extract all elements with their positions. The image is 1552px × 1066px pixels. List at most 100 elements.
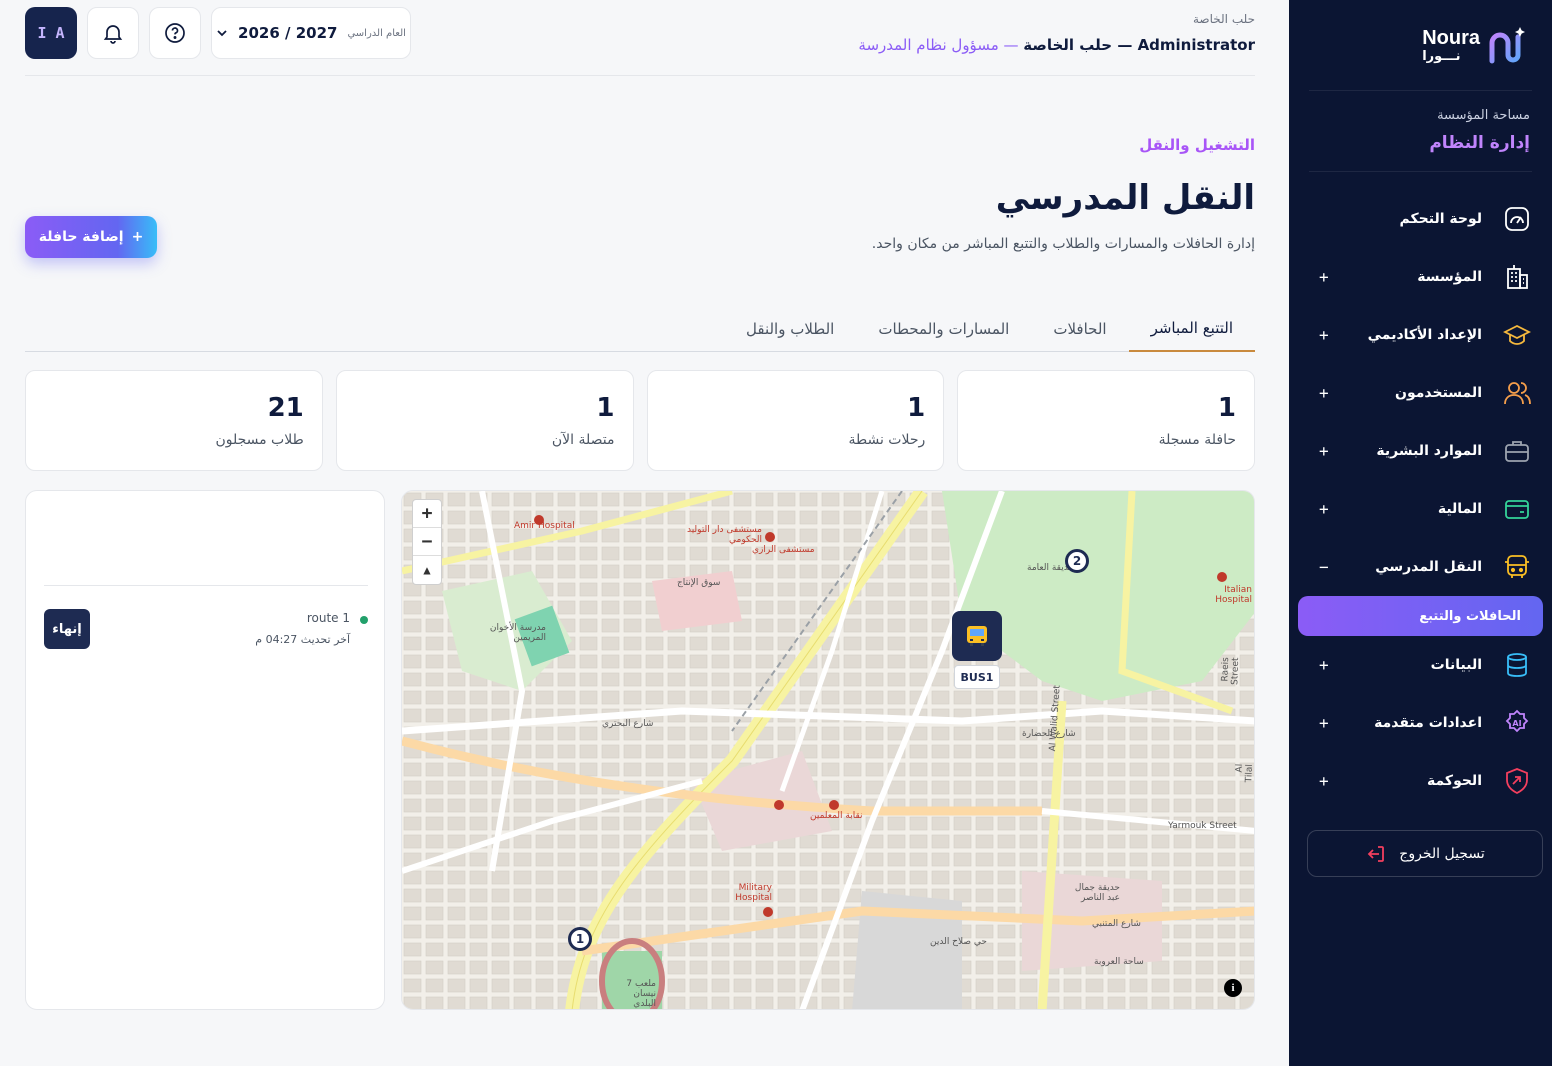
database-icon bbox=[1502, 650, 1532, 680]
academic-year-value: 2026 / 2027 bbox=[238, 24, 338, 42]
sidebar-item-data[interactable]: البيانات + bbox=[1289, 636, 1552, 694]
sidebar-item-users[interactable]: المستخدمون + bbox=[1289, 364, 1552, 422]
map-tiles[interactable] bbox=[402, 491, 1255, 1010]
reset-bearing-button[interactable]: ▲ bbox=[413, 556, 441, 584]
sidebar-item-label: الإعداد الأكاديمي bbox=[1367, 327, 1482, 343]
map-label: مستشفى الرازي bbox=[752, 545, 815, 555]
sidebar-divider bbox=[1309, 90, 1532, 91]
sidebar-subitem-buses-tracking[interactable]: الحافلات والتتبع bbox=[1298, 596, 1543, 636]
map-label: نقابة المعلمين bbox=[810, 811, 863, 821]
brand-name-en: Noura bbox=[1422, 26, 1480, 49]
dashboard-icon bbox=[1502, 204, 1532, 234]
sidebar-item-label: اعدادات متقدمة bbox=[1374, 715, 1482, 731]
map-label: Al Tilal Street bbox=[1234, 763, 1255, 792]
map-info-button[interactable]: i bbox=[1224, 979, 1242, 997]
wallet-icon bbox=[1502, 494, 1532, 524]
stat-value: 1 bbox=[596, 393, 615, 423]
bus-label: BUS1 bbox=[954, 665, 1000, 689]
main-content: حلب الخاصة Administrator — حلب الخاصة — … bbox=[0, 0, 1289, 1066]
bus-icon bbox=[967, 626, 987, 646]
stats-row: 1 حافلة مسجلة 1 رحلات نشطة 1 متصلة الآن … bbox=[25, 370, 1255, 471]
stat-label: رحلات نشطة bbox=[848, 432, 926, 448]
help-button[interactable] bbox=[149, 7, 201, 59]
map-label: حي صلاح الدين bbox=[930, 937, 987, 947]
sidebar-item-transport[interactable]: النقل المدرسي − bbox=[1289, 538, 1552, 596]
notifications-button[interactable] bbox=[87, 7, 139, 59]
users-icon bbox=[1502, 378, 1532, 408]
academic-year-label: العام الدراسي bbox=[347, 27, 406, 39]
bus-icon bbox=[1502, 552, 1532, 582]
stop-marker-1[interactable]: 1 bbox=[568, 927, 592, 951]
noura-logo-icon bbox=[1489, 27, 1525, 64]
user-role-line: Administrator — حلب الخاصة — مسؤول نظام … bbox=[858, 36, 1255, 54]
brand-text: Noura نـــورا bbox=[1422, 28, 1480, 63]
brand[interactable]: Noura نـــورا bbox=[1420, 20, 1530, 70]
expand-toggle[interactable]: + bbox=[1319, 442, 1329, 461]
help-icon bbox=[165, 23, 185, 43]
shield-icon bbox=[1502, 766, 1532, 796]
logout-label: تسجيل الخروج bbox=[1399, 845, 1485, 862]
sidebar-item-finance[interactable]: المالية + bbox=[1289, 480, 1552, 538]
workspace-value[interactable]: إدارة النظام bbox=[1429, 133, 1530, 153]
brand-name-ar: نـــورا bbox=[1422, 48, 1461, 64]
sidebar-item-dashboard[interactable]: لوحة التحكم bbox=[1289, 190, 1552, 248]
stat-value: 1 bbox=[907, 393, 926, 423]
academic-year-select[interactable]: العام الدراسي 2026 / 2027 bbox=[211, 7, 411, 59]
online-status-dot bbox=[360, 616, 368, 624]
sidebar-item-label: المالية bbox=[1437, 501, 1482, 517]
map-label: حديقة جمال عبد الناصر bbox=[1074, 883, 1120, 903]
expand-toggle[interactable]: + bbox=[1319, 714, 1329, 733]
stat-label: متصلة الآن bbox=[551, 432, 615, 448]
sidebar-nav: لوحة التحكم المؤسسة + الإعداد الأكاديمي … bbox=[1289, 190, 1552, 810]
map-label: سوق الإنتاج bbox=[677, 578, 721, 588]
stat-value: 21 bbox=[267, 393, 304, 423]
sidebar-item-hr[interactable]: الموارد البشرية + bbox=[1289, 422, 1552, 480]
trip-row[interactable]: route 1 آخر تحديث 04:27 م إنهاء bbox=[44, 609, 368, 653]
map-label: Military Hospital bbox=[735, 883, 772, 903]
stat-value: 1 bbox=[1217, 393, 1236, 423]
sidebar-item-label: النقل المدرسي bbox=[1375, 559, 1482, 575]
avatar[interactable]: I A bbox=[25, 7, 77, 59]
sidebar-item-governance[interactable]: الحوكمة + bbox=[1289, 752, 1552, 810]
sidebar-item-label: الموارد البشرية bbox=[1376, 443, 1482, 459]
add-bus-button[interactable]: + إضافة حافلة bbox=[25, 216, 157, 258]
expand-toggle[interactable]: + bbox=[1319, 656, 1329, 675]
end-trip-button[interactable]: إنهاء bbox=[44, 609, 90, 649]
stat-card-active-trips: 1 رحلات نشطة bbox=[646, 370, 945, 471]
logout-button[interactable]: تسجيل الخروج bbox=[1307, 830, 1543, 877]
stat-label: حافلة مسجلة bbox=[1158, 432, 1236, 448]
sidebar-item-academic[interactable]: الإعداد الأكاديمي + bbox=[1289, 306, 1552, 364]
breadcrumb[interactable]: التشغيل والنقل bbox=[1139, 136, 1255, 154]
tabs: التتبع المباشر الحافلات المسارات والمحطا… bbox=[25, 305, 1255, 352]
stat-card-registered-students: 21 طلاب مسجلون bbox=[25, 370, 323, 471]
tab-students-transport[interactable]: الطلاب والنقل bbox=[724, 305, 856, 352]
map-label: Yarmouk Street bbox=[1168, 821, 1237, 831]
expand-toggle[interactable]: + bbox=[1319, 384, 1329, 403]
map-zoom-controls: + − ▲ bbox=[412, 499, 442, 585]
stop-marker-2[interactable]: 2 bbox=[1065, 549, 1089, 573]
sidebar-divider bbox=[1309, 171, 1532, 172]
briefcase-icon bbox=[1502, 436, 1532, 466]
user-role-extra: — مسؤول نظام المدرسة bbox=[858, 36, 1024, 54]
expand-toggle[interactable]: + bbox=[1319, 500, 1329, 519]
map-label: ساحة العروبة bbox=[1094, 957, 1144, 967]
tab-buses[interactable]: الحافلات bbox=[1031, 305, 1128, 352]
tab-live-tracking[interactable]: التتبع المباشر bbox=[1128, 305, 1255, 352]
expand-toggle[interactable]: + bbox=[1319, 326, 1329, 345]
bus-marker[interactable] bbox=[952, 611, 1002, 661]
sidebar: Noura نـــورا مساحة المؤسسة إدارة النظام… bbox=[1289, 0, 1552, 1066]
expand-toggle[interactable]: + bbox=[1319, 772, 1329, 791]
map-label: مدرسة الأخوان المريمين bbox=[489, 623, 546, 643]
zoom-in-button[interactable]: + bbox=[413, 500, 441, 528]
expand-toggle[interactable]: + bbox=[1319, 268, 1329, 287]
zoom-out-button[interactable]: − bbox=[413, 528, 441, 556]
collapse-toggle[interactable]: − bbox=[1319, 558, 1329, 577]
live-tracking-map[interactable]: Amir Hospital مستشفى دار التوليد الحكومي… bbox=[401, 490, 1255, 1010]
map-label: شارع المتنبي bbox=[1092, 919, 1141, 929]
chevron-down-icon bbox=[217, 30, 227, 37]
map-label: Raeis Street bbox=[1220, 657, 1242, 686]
user-role-main: Administrator — حلب الخاصة bbox=[1023, 36, 1255, 54]
sidebar-item-organization[interactable]: المؤسسة + bbox=[1289, 248, 1552, 306]
tab-routes-stations[interactable]: المسارات والمحطات bbox=[856, 305, 1031, 352]
sidebar-item-advanced[interactable]: AI اعدادات متقدمة + bbox=[1289, 694, 1552, 752]
